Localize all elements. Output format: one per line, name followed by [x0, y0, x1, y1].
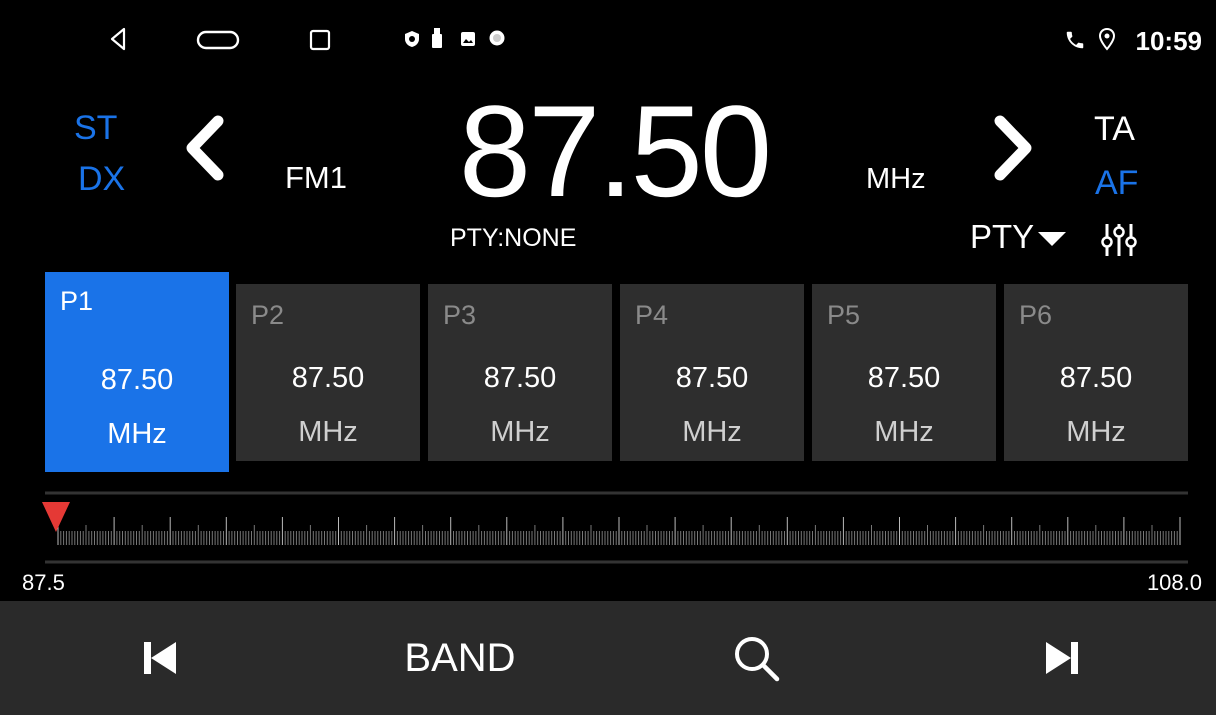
- recents-icon[interactable]: [308, 28, 332, 52]
- preset-unit: MHz: [107, 418, 167, 450]
- preset-frequency: 87.50: [483, 362, 557, 394]
- frequency-unit: MHz: [866, 163, 926, 195]
- phone-icon: [1066, 31, 1084, 49]
- status-bar: 10:59: [0, 0, 1216, 80]
- band-button[interactable]: BAND: [380, 601, 540, 715]
- previous-station-button[interactable]: [120, 601, 200, 715]
- preset-frequency: 87.50: [675, 362, 749, 394]
- preset-unit: MHz: [874, 416, 934, 448]
- skip-previous-icon: [144, 642, 176, 674]
- image-icon: [461, 32, 475, 46]
- preset-name: P5: [827, 300, 861, 330]
- stereo-mode-toggle[interactable]: ST: [74, 109, 117, 148]
- record-icon: [489, 30, 505, 46]
- preset-unit: MHz: [1066, 416, 1126, 448]
- scale-ticks: [57, 517, 1181, 545]
- pty-dropdown[interactable]: PTY: [970, 217, 1090, 257]
- bottom-control-bar: BAND: [0, 601, 1216, 715]
- preset-button-p6[interactable]: P6 87.50 MHz: [1004, 284, 1188, 461]
- preset-frequency: 87.50: [1059, 362, 1133, 394]
- preset-button-p3[interactable]: P3 87.50 MHz: [428, 284, 612, 461]
- shield-icon: [405, 31, 419, 47]
- search-icon: [735, 637, 780, 682]
- preset-name: P3: [443, 300, 477, 330]
- seek-down-chevron-icon[interactable]: [180, 115, 230, 181]
- tuning-marker-icon[interactable]: [42, 502, 70, 532]
- preset-button-p2[interactable]: P2 87.50 MHz: [236, 284, 420, 461]
- preset-unit: MHz: [682, 416, 742, 448]
- preset-unit: MHz: [298, 416, 358, 448]
- skip-next-icon: [1046, 642, 1078, 674]
- scale-max-label: 108.0: [1146, 570, 1202, 595]
- equalizer-settings-icon[interactable]: [1099, 220, 1139, 260]
- preset-frequency: 87.50: [291, 362, 365, 394]
- current-frequency: 87.50: [458, 78, 772, 224]
- preset-name: P1: [60, 286, 94, 316]
- back-icon[interactable]: [108, 26, 128, 52]
- pty-dropdown-label: PTY: [970, 218, 1035, 255]
- af-mode-toggle[interactable]: AF: [1095, 164, 1138, 203]
- tuning-scale-slider[interactable]: [0, 480, 1216, 600]
- ta-mode-toggle[interactable]: TA: [1094, 110, 1135, 149]
- dx-mode-toggle[interactable]: DX: [78, 160, 125, 199]
- home-icon[interactable]: [196, 30, 240, 50]
- seek-up-chevron-icon[interactable]: [988, 115, 1038, 181]
- caret-down-icon: [1038, 232, 1067, 246]
- preset-button-p5[interactable]: P5 87.50 MHz: [812, 284, 996, 461]
- preset-button-p1[interactable]: P1 87.50 MHz: [45, 272, 229, 472]
- preset-name: P2: [251, 300, 285, 330]
- preset-unit: MHz: [490, 416, 550, 448]
- preset-frequency: 87.50: [100, 364, 174, 396]
- preset-button-p4[interactable]: P4 87.50 MHz: [620, 284, 804, 461]
- clock: 10:59: [1135, 26, 1203, 56]
- usb-icon: [432, 28, 442, 48]
- band-label: FM1: [285, 160, 347, 195]
- next-station-button[interactable]: [1022, 601, 1102, 715]
- location-icon: [1098, 27, 1116, 51]
- scan-search-button[interactable]: [716, 601, 796, 715]
- preset-frequency: 87.50: [867, 362, 941, 394]
- scale-min-label: 87.5: [22, 570, 65, 595]
- pty-info: PTY:NONE: [450, 224, 577, 252]
- preset-name: P6: [1019, 300, 1053, 330]
- preset-name: P4: [635, 300, 669, 330]
